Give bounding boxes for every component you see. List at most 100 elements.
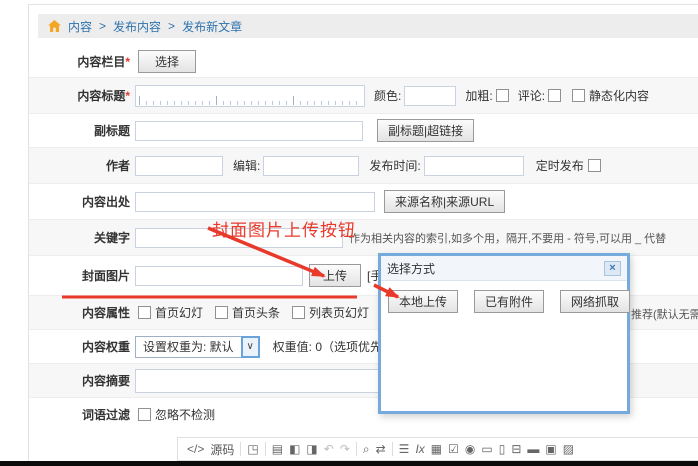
selection-method-dialog: 选择方式 × 本地上传 已有附件 网络抓取 (378, 253, 630, 414)
row-subtitle: 副标题 副标题|超链接 (29, 114, 698, 148)
attr-home-headline-label: 首页头条 (232, 304, 280, 321)
title-bold-label: 加粗: (465, 87, 492, 104)
paste-text-icon[interactable]: ◧ (289, 443, 300, 455)
breadcrumb-item-content[interactable]: 内容 (68, 18, 92, 35)
web-fetch-button[interactable]: 网络抓取 (560, 290, 630, 313)
form-icon[interactable]: ▦ (431, 443, 442, 455)
static-content-label: 静态化内容 (589, 87, 649, 104)
panel-top-border (28, 4, 698, 5)
required-mark: * (125, 89, 130, 103)
existing-attachment-button[interactable]: 已有附件 (474, 290, 544, 313)
content-column-label: 内容栏目 (77, 55, 125, 69)
paste-word-icon[interactable]: ◨ (306, 443, 317, 455)
preview-icon[interactable]: ◳ (247, 443, 258, 455)
cover-image-label: 封面图片 (29, 267, 130, 284)
button-icon[interactable]: ▬ (527, 443, 539, 455)
replace-icon[interactable]: ⇄ (376, 443, 386, 455)
source-name-url-button[interactable]: 来源名称|来源URL (384, 190, 505, 213)
attr-home-slide-label: 首页幻灯 (155, 304, 203, 321)
row-author: 作者 编辑: 发布时间: 定时发布 (29, 148, 698, 184)
ignore-check-label: 忽略不检测 (155, 406, 215, 423)
attr-list-slide-checkbox[interactable] (292, 306, 305, 319)
home-icon[interactable] (48, 20, 61, 32)
weight-select-value: 设置权重为: 默认 (135, 336, 242, 358)
content-attributes-label: 内容属性 (29, 304, 130, 321)
text-field-icon[interactable]: ▭ (481, 443, 492, 455)
cover-upload-button[interactable]: 上传 (309, 264, 361, 287)
hidden-field-icon[interactable]: ▨ (563, 443, 574, 455)
word-filter-label: 词语过滤 (29, 406, 130, 423)
static-content-checkbox[interactable] (572, 89, 585, 102)
title-color-label: 颜色: (374, 87, 401, 104)
title-comment-checkbox[interactable] (548, 89, 561, 102)
breadcrumb: 内容 > 发布内容 > 发布新文章 (38, 14, 698, 38)
dialog-body: 本地上传 已有附件 网络抓取 (381, 281, 627, 322)
attr-home-headline-checkbox[interactable] (215, 306, 228, 319)
local-upload-button[interactable]: 本地上传 (388, 290, 458, 313)
source-button-label[interactable]: 源码 (210, 441, 234, 458)
redo-icon[interactable]: ↷ (340, 443, 350, 455)
breadcrumb-separator: > (168, 19, 175, 33)
content-source-input[interactable] (135, 192, 375, 212)
row-content-source: 内容出处 来源名称|来源URL (29, 184, 698, 220)
author-input[interactable] (135, 156, 223, 176)
toolbar-separator (356, 442, 357, 456)
publish-time-input[interactable] (424, 156, 524, 176)
toolbar-separator (392, 442, 393, 456)
row-content-title: 内容标题* 颜色: 加粗: 评论: 静态化内容 (29, 78, 698, 114)
keywords-hint: 作为相关内容的索引,如多个用，隔开,不要用 - 符号,可以用 _ 代替 (349, 230, 666, 246)
subtitle-input[interactable] (135, 121, 363, 141)
scheduled-publish-checkbox[interactable] (588, 159, 601, 172)
radio-icon[interactable]: ◉ (465, 443, 475, 455)
content-summary-label: 内容摘要 (29, 372, 130, 389)
toolbar-separator (265, 442, 266, 456)
subtitle-hyperlink-button[interactable]: 副标题|超链接 (377, 119, 474, 142)
scheduled-publish-label: 定时发布 (536, 157, 584, 174)
content-summary-input[interactable] (135, 369, 379, 393)
chevron-down-icon[interactable]: ∨ (241, 336, 260, 358)
select-all-icon[interactable]: ☰ (399, 443, 410, 455)
row-content-column: 内容栏目* 选择 (29, 46, 698, 78)
required-mark: * (125, 55, 130, 69)
textarea-icon[interactable]: ▯ (499, 443, 506, 455)
content-weight-label: 内容权重 (29, 338, 130, 355)
content-source-label: 内容出处 (29, 193, 130, 210)
title-color-input[interactable] (404, 86, 456, 106)
attributes-hint-fragment: 推荐(默认无需设 (631, 306, 698, 322)
image-button-icon[interactable]: ▣ (545, 443, 556, 455)
subtitle-label: 副标题 (29, 122, 130, 139)
breadcrumb-separator: > (99, 19, 106, 33)
find-icon[interactable]: ⌕ (363, 443, 370, 455)
remove-format-icon[interactable]: Ix (415, 443, 424, 455)
dialog-title: 选择方式 (387, 260, 435, 277)
keywords-input[interactable] (135, 228, 343, 248)
weight-select[interactable]: 设置权重为: 默认 ∨ (135, 336, 260, 358)
publish-time-label: 发布时间: (369, 157, 420, 174)
content-title-label: 内容标题 (77, 89, 125, 103)
undo-icon[interactable]: ↶ (324, 443, 334, 455)
breadcrumb-item-new-article: 发布新文章 (182, 18, 242, 35)
attr-list-slide-label: 列表页幻灯 (309, 304, 369, 321)
author-label: 作者 (29, 157, 130, 174)
cover-image-input[interactable] (135, 266, 303, 286)
source-icon[interactable]: </> (187, 443, 204, 455)
bottom-black-bar (0, 461, 698, 466)
editor-input[interactable] (263, 156, 359, 176)
select-field-icon[interactable]: ⊟ (511, 443, 521, 455)
ignore-check-checkbox[interactable] (138, 408, 151, 421)
editor-toolbar: </> 源码 ◳ ▤ ◧ ◨ ↶ ↷ ⌕ ⇄ ☰ Ix ▦ ☑ ◉ ▭ ▯ ⊟ … (177, 437, 698, 461)
close-icon[interactable]: × (604, 261, 621, 276)
new-page-icon[interactable]: ▤ (272, 443, 283, 455)
title-comment-label: 评论: (518, 87, 545, 104)
title-input[interactable] (135, 85, 365, 107)
attr-home-slide-checkbox[interactable] (138, 306, 151, 319)
title-bold-checkbox[interactable] (496, 89, 509, 102)
toolbar-separator (240, 442, 241, 456)
keywords-label: 关键字 (29, 229, 130, 246)
editor-label: 编辑: (233, 157, 260, 174)
checkbox-icon[interactable]: ☑ (448, 443, 459, 455)
title-length-ruler (139, 96, 361, 105)
row-keywords: 关键字 作为相关内容的索引,如多个用，隔开,不要用 - 符号,可以用 _ 代替 (29, 220, 698, 256)
column-select-button[interactable]: 选择 (138, 50, 196, 73)
breadcrumb-item-publish[interactable]: 发布内容 (113, 18, 161, 35)
